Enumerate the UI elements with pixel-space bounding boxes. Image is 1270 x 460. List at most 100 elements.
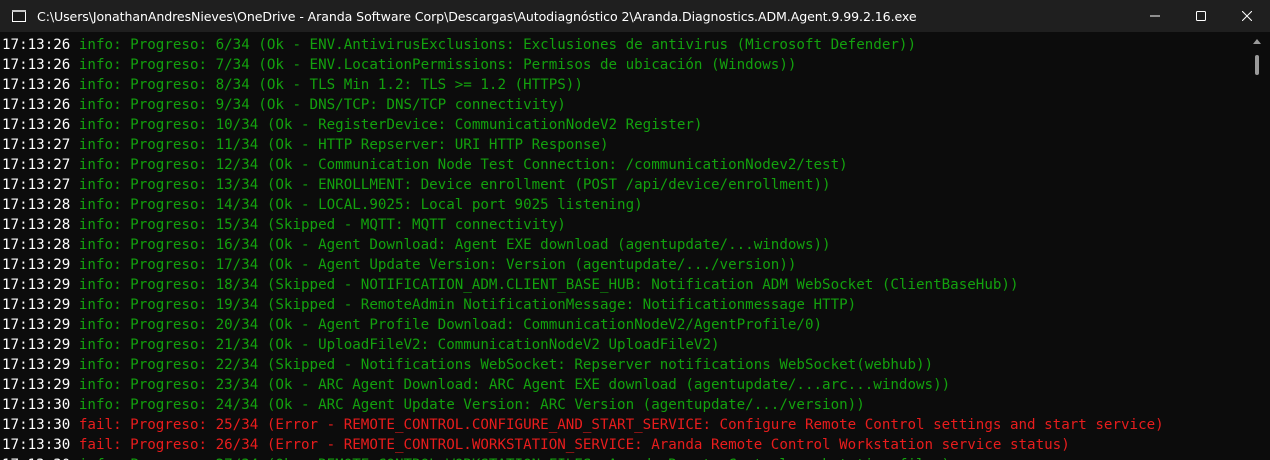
log-level: info <box>78 277 114 293</box>
log-timestamp: 17:13:29 <box>2 257 71 273</box>
log-message: Progreso: 15/34 (Skipped - MQTT: MQTT co… <box>130 217 566 233</box>
minimize-button[interactable] <box>1132 0 1178 32</box>
log-level: info <box>78 57 114 73</box>
log-message: Progreso: 21/34 (Ok - UploadFileV2: Comm… <box>130 337 720 353</box>
window-controls <box>1132 0 1270 32</box>
log-timestamp: 17:13:26 <box>2 37 71 53</box>
log-line: 17:13:30 info: Progreso: 27/34 (Ok - REM… <box>0 455 1244 460</box>
log-line: 17:13:26 info: Progreso: 10/34 (Ok - Reg… <box>2 117 703 133</box>
log-timestamp: 17:13:29 <box>2 297 71 313</box>
maximize-icon <box>1196 11 1206 21</box>
log-message: Progreso: 13/34 (Ok - ENROLLMENT: Device… <box>130 177 831 193</box>
log-line: 17:13:29 info: Progreso: 17/34 (Ok - Age… <box>2 257 797 273</box>
log-timestamp: 17:13:29 <box>2 277 71 293</box>
log-level: info <box>78 237 114 253</box>
log-line: 17:13:27 info: Progreso: 13/34 (Ok - ENR… <box>2 177 831 193</box>
log-message: Progreso: 20/34 (Ok - Agent Profile Down… <box>130 317 823 333</box>
window-title: C:\Users\JonathanAndresNieves\OneDrive -… <box>37 8 917 24</box>
log-message: Progreso: 18/34 (Skipped - NOTIFICATION_… <box>130 277 1019 293</box>
log-level: fail <box>78 437 114 453</box>
log-line: 17:13:29 info: Progreso: 23/34 (Ok - ARC… <box>2 377 951 393</box>
log-timestamp: 17:13:26 <box>2 57 71 73</box>
log-level: info <box>78 397 114 413</box>
log-level: info <box>78 357 114 373</box>
log-line: 17:13:28 info: Progreso: 15/34 (Skipped … <box>2 217 566 233</box>
log-line: 17:13:29 info: Progreso: 19/34 (Skipped … <box>2 297 857 313</box>
log-line: 17:13:29 info: Progreso: 21/34 (Ok - Upl… <box>2 337 720 353</box>
log-message: Progreso: 22/34 (Skipped - Notifications… <box>130 357 934 373</box>
log-timestamp: 17:13:30 <box>2 417 71 433</box>
log-level: info <box>78 117 114 133</box>
log-timestamp: 17:13:29 <box>2 337 71 353</box>
log-level: info <box>78 177 114 193</box>
log-line: 17:13:27 info: Progreso: 12/34 (Ok - Com… <box>2 157 848 173</box>
log-message: Progreso: 8/34 (Ok - TLS Min 1.2: TLS >=… <box>130 77 583 93</box>
log-timestamp: 17:13:26 <box>2 97 71 113</box>
log-line: 17:13:28 info: Progreso: 14/34 (Ok - LOC… <box>2 197 643 213</box>
log-timestamp: 17:13:30 <box>2 437 71 453</box>
log-line: 17:13:28 info: Progreso: 16/34 (Ok - Age… <box>2 237 831 253</box>
scroll-up-arrow-icon[interactable] <box>1253 39 1261 44</box>
log-timestamp: 17:13:28 <box>2 237 71 253</box>
log-message: Progreso: 12/34 (Ok - Communication Node… <box>130 157 848 173</box>
log-line: 17:13:27 info: Progreso: 11/34 (Ok - HTT… <box>2 137 609 153</box>
log-line: 17:13:26 info: Progreso: 6/34 (Ok - ENV.… <box>2 37 916 53</box>
log-level: info <box>78 97 114 113</box>
log-message: Progreso: 26/34 (Error - REMOTE_CONTROL.… <box>130 437 1070 453</box>
log-message: Progreso: 14/34 (Ok - LOCAL.9025: Local … <box>130 197 643 213</box>
terminal-icon <box>11 8 27 24</box>
log-timestamp: 17:13:28 <box>2 217 71 233</box>
log-timestamp: 17:13:28 <box>2 197 71 213</box>
minimize-icon <box>1150 15 1160 17</box>
scrollbar-thumb[interactable] <box>1255 55 1259 75</box>
log-message: Progreso: 17/34 (Ok - Agent Update Versi… <box>130 257 797 273</box>
log-line: 17:13:30 fail: Progreso: 26/34 (Error - … <box>2 437 1070 453</box>
log-line: 17:13:30 info: Progreso: 24/34 (Ok - ARC… <box>2 397 865 413</box>
log-level: info <box>78 137 114 153</box>
log-line: 17:13:29 info: Progreso: 22/34 (Skipped … <box>2 357 934 373</box>
log-timestamp: 17:13:26 <box>2 117 71 133</box>
log-level: info <box>78 257 114 273</box>
log-level: info <box>78 157 114 173</box>
log-line: 17:13:29 info: Progreso: 18/34 (Skipped … <box>2 277 1019 293</box>
log-level: info <box>78 337 114 353</box>
log-level: info <box>78 377 114 393</box>
log-timestamp: 17:13:27 <box>2 157 71 173</box>
log-message: Progreso: 24/34 (Ok - ARC Agent Update V… <box>130 397 865 413</box>
log-line: 17:13:26 info: Progreso: 8/34 (Ok - TLS … <box>2 77 583 93</box>
log-line: 17:13:26 info: Progreso: 9/34 (Ok - DNS/… <box>2 97 566 113</box>
log-timestamp: 17:13:29 <box>2 317 71 333</box>
close-button[interactable] <box>1224 0 1270 32</box>
log-message: Progreso: 10/34 (Ok - RegisterDevice: Co… <box>130 117 703 133</box>
log-line: 17:13:29 info: Progreso: 20/34 (Ok - Age… <box>2 317 823 333</box>
console-window: C:\Users\JonathanAndresNieves\OneDrive -… <box>0 0 1270 460</box>
log-level: info <box>78 317 114 333</box>
title-bar[interactable]: C:\Users\JonathanAndresNieves\OneDrive -… <box>0 0 1270 32</box>
log-message: Progreso: 25/34 (Error - REMOTE_CONTROL.… <box>130 417 1164 433</box>
log-timestamp: 17:13:26 <box>2 77 71 93</box>
log-timestamp: 17:13:29 <box>2 377 71 393</box>
log-message: Progreso: 7/34 (Ok - ENV.LocationPermiss… <box>130 57 797 73</box>
log-timestamp: 17:13:27 <box>2 137 71 153</box>
log-timestamp: 17:13:30 <box>2 397 71 413</box>
log-line: 17:13:30 fail: Progreso: 25/34 (Error - … <box>2 417 1164 433</box>
log-level: info <box>78 37 114 53</box>
log-level: info <box>78 197 114 213</box>
log-message: Progreso: 19/34 (Skipped - RemoteAdmin N… <box>130 297 857 313</box>
close-icon <box>1242 11 1252 21</box>
log-message: Progreso: 23/34 (Ok - ARC Agent Download… <box>130 377 951 393</box>
log-level: info <box>78 77 114 93</box>
log-level: fail <box>78 417 114 433</box>
log-message: Progreso: 11/34 (Ok - HTTP Repserver: UR… <box>130 137 609 153</box>
log-timestamp: 17:13:29 <box>2 357 71 373</box>
log-message: Progreso: 16/34 (Ok - Agent Download: Ag… <box>130 237 831 253</box>
maximize-button[interactable] <box>1178 0 1224 32</box>
vertical-scrollbar[interactable] <box>1244 32 1270 460</box>
log-timestamp: 17:13:27 <box>2 177 71 193</box>
console-output[interactable]: 17:13:26 info: Progreso: 6/34 (Ok - ENV.… <box>0 32 1244 460</box>
log-message: Progreso: 6/34 (Ok - ENV.AntivirusExclus… <box>130 37 916 53</box>
log-level: info <box>78 217 114 233</box>
log-message: Progreso: 9/34 (Ok - DNS/TCP: DNS/TCP co… <box>130 97 566 113</box>
log-line: 17:13:26 info: Progreso: 7/34 (Ok - ENV.… <box>2 57 797 73</box>
log-level: info <box>78 297 114 313</box>
